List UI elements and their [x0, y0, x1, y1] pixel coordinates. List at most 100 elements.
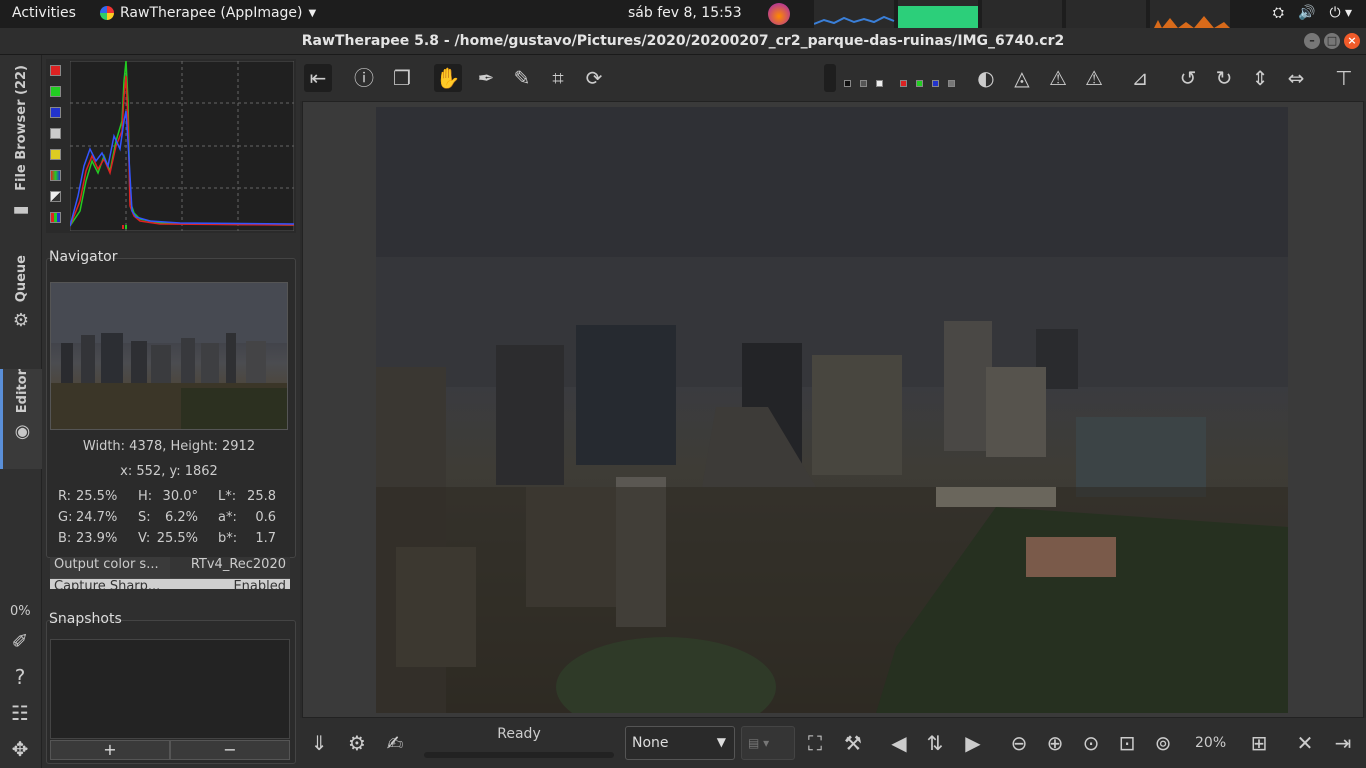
queue-gears-icon[interactable]: ⚙	[344, 730, 370, 756]
info-icon[interactable]: ⓘ	[350, 64, 378, 92]
flame-tray-icon[interactable]	[768, 3, 790, 25]
chroma-toggle[interactable]	[50, 149, 61, 160]
blue-channel-toggle[interactable]	[50, 107, 61, 118]
status-text: Ready	[497, 726, 541, 742]
hand-tool-icon[interactable]: ✋	[434, 64, 462, 92]
hide-right-panel-icon[interactable]: ⊤	[1330, 64, 1358, 92]
window-title-bar: RawTherapee 5.8 - /home/gustavo/Pictures…	[0, 28, 1366, 55]
zoom-in-icon[interactable]: ⊕	[1042, 730, 1068, 756]
remove-snapshot-button[interactable]: −	[170, 740, 290, 760]
help-icon[interactable]: ?	[8, 665, 32, 689]
send-to-editor-icon[interactable]: ✍	[382, 730, 408, 756]
perspective-icon[interactable]: ⊿	[1126, 64, 1154, 92]
tab-file-browser[interactable]: File Browser (22) ▬	[0, 65, 42, 225]
v-value: 25.5%	[156, 531, 198, 546]
close-button[interactable]: ×	[1344, 33, 1360, 49]
save-image-icon[interactable]: ⇓	[306, 730, 332, 756]
add-snapshot-button[interactable]: +	[50, 740, 170, 760]
straighten-icon[interactable]: ⟳	[580, 64, 608, 92]
previous-image-icon[interactable]: ◀	[886, 730, 912, 756]
white-balance-picker-icon[interactable]: ✒	[472, 64, 500, 92]
power-icon[interactable]: ⏻ ▾	[1329, 5, 1352, 21]
maximize-button[interactable]: □	[1324, 33, 1340, 49]
info-key: Output color s...	[50, 557, 170, 578]
preferences-icon[interactable]: ☷	[8, 701, 32, 725]
rotate-right-icon[interactable]: ↻	[1210, 64, 1238, 92]
profile-select[interactable]: None ▼	[625, 726, 735, 760]
preview-image[interactable]	[376, 107, 1288, 713]
color-picker-tool-icon[interactable]: ✐	[8, 629, 32, 653]
clock[interactable]: sáb fev 8, 15:53	[628, 5, 742, 21]
navigator-preview[interactable]	[50, 282, 288, 430]
info-key: Capture Sharp...	[50, 579, 170, 589]
progress-bar	[424, 752, 614, 758]
l-value: 25.8	[247, 489, 276, 504]
preview-green-toggle[interactable]	[916, 80, 923, 87]
system-monitor-applet[interactable]	[814, 0, 1230, 28]
chevron-down-icon: ▼	[716, 735, 726, 749]
h-label: H:	[138, 489, 153, 504]
aperture-icon: ◉	[14, 421, 31, 443]
preview-luminance-toggle[interactable]	[948, 80, 955, 87]
b-value: 23.9%	[76, 531, 118, 546]
app-menu-label: RawTherapee (AppImage)	[120, 5, 303, 21]
chevron-down-icon: ▼	[308, 7, 317, 19]
g-value: 24.7%	[76, 510, 118, 525]
zoom-100-icon[interactable]: ⊚	[1150, 730, 1176, 756]
snapshot-buttons: + −	[50, 740, 290, 760]
raw-toggle[interactable]	[50, 170, 61, 181]
bg-black-swatch[interactable]	[844, 80, 851, 87]
minimize-button[interactable]: –	[1304, 33, 1320, 49]
zoom-out-icon[interactable]: ⊖	[1006, 730, 1032, 756]
zoom-fit-icon[interactable]: ⊙	[1078, 730, 1104, 756]
collapse-panels-icon[interactable]: ✕	[1292, 730, 1318, 756]
next-image-icon[interactable]: ▶	[960, 730, 986, 756]
vertical-tab-strip: File Browser (22) ▬ Queue ⚙ Editor ◉ 0% …	[0, 55, 42, 768]
image-viewport[interactable]	[302, 101, 1364, 718]
fullscreen-icon[interactable]: ✥	[8, 737, 32, 761]
bar-toggle[interactable]	[50, 191, 61, 202]
snapshots-list[interactable]	[50, 639, 290, 739]
activities-button[interactable]: Activities	[12, 5, 76, 21]
luminance-toggle[interactable]	[50, 128, 61, 139]
red-channel-toggle[interactable]	[50, 65, 61, 76]
tab-queue[interactable]: Queue ⚙	[0, 255, 42, 355]
before-after-icon[interactable]: ❐	[388, 64, 416, 92]
window-controls: – □ ×	[1304, 33, 1360, 49]
bg-white-swatch[interactable]	[876, 80, 883, 87]
preview-blue-toggle[interactable]	[932, 80, 939, 87]
a-label: a*:	[218, 510, 237, 525]
paste-profile-icon[interactable]: ⚒	[840, 730, 866, 756]
volume-icon[interactable]: 🔊	[1298, 5, 1315, 21]
system-tray[interactable]: ⛭ 🔊 ⏻ ▾	[1273, 5, 1352, 21]
color-picker-icon[interactable]: ✎	[508, 64, 536, 92]
s-value: 6.2%	[164, 510, 198, 525]
hide-right-panel-bottom-icon[interactable]: ⇥	[1330, 730, 1356, 756]
rotate-left-icon[interactable]: ↺	[1174, 64, 1202, 92]
new-detail-window-icon[interactable]: ⊞	[1246, 730, 1272, 756]
table-row[interactable]: Capture Sharp... Enabled	[50, 579, 290, 589]
gears-icon: ⚙	[12, 310, 30, 332]
focus-mask-icon[interactable]: ◐	[972, 64, 1000, 92]
preview-mode-toggle[interactable]	[824, 64, 836, 92]
copy-profile-icon[interactable]: ⛶	[802, 730, 828, 756]
flip-horizontal-icon[interactable]: ⇔	[1282, 64, 1310, 92]
tab-editor[interactable]: Editor ◉	[0, 369, 42, 469]
sync-icon[interactable]: ⇅	[922, 730, 948, 756]
histogram-type-toggle[interactable]	[50, 212, 61, 223]
preview-red-toggle[interactable]	[900, 80, 907, 87]
bg-grey-swatch[interactable]	[860, 80, 867, 87]
crop-icon[interactable]: ⌗	[544, 64, 572, 92]
rawtherapee-app-icon	[100, 6, 114, 20]
flip-vertical-icon[interactable]: ⇕	[1246, 64, 1274, 92]
hide-left-panel-icon[interactable]: ⇤	[304, 64, 332, 92]
shadow-clipping-icon[interactable]: ⚠	[1044, 64, 1072, 92]
green-channel-toggle[interactable]	[50, 86, 61, 97]
app-menu[interactable]: RawTherapee (AppImage) ▼	[100, 5, 316, 21]
zoom-fit-crop-icon[interactable]: ⊡	[1114, 730, 1140, 756]
table-row[interactable]: Output color s... RTv4_Rec2020	[50, 557, 290, 579]
highlight-clipping-icon[interactable]: ⚠	[1080, 64, 1108, 92]
sharpening-mask-icon[interactable]: ◬	[1008, 64, 1036, 92]
network-icon[interactable]: ⛭	[1273, 5, 1284, 21]
v-label: V:	[138, 531, 151, 546]
